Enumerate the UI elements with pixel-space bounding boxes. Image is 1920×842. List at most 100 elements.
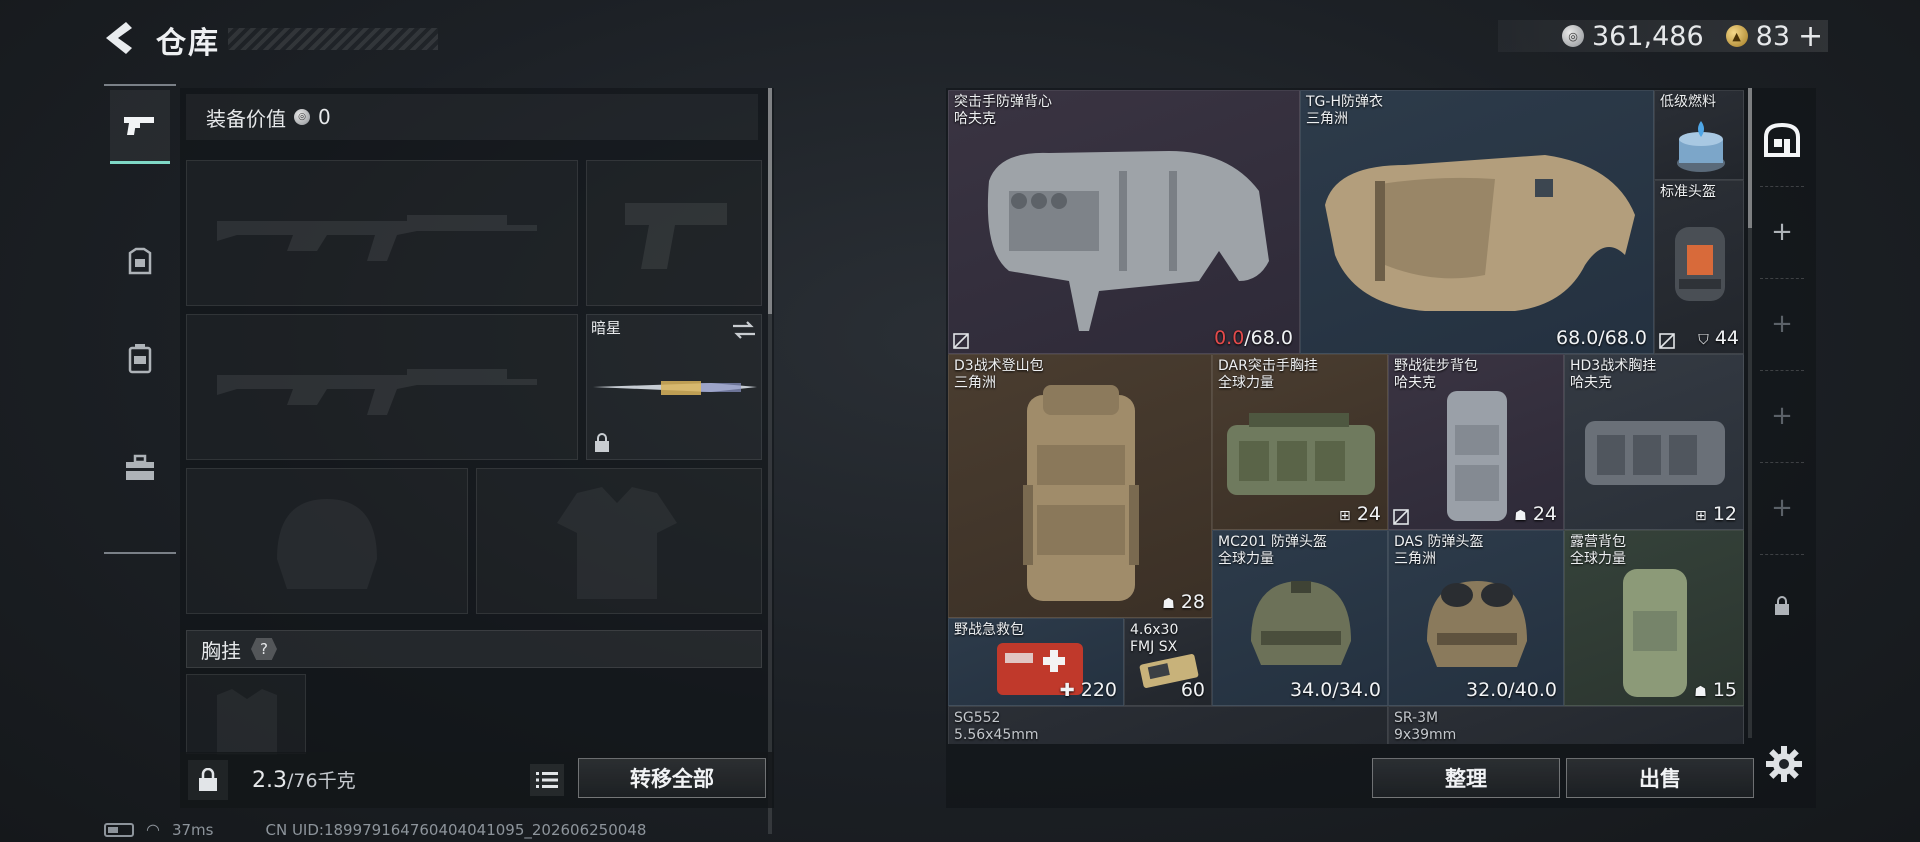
list-view-button[interactable] [530, 764, 564, 796]
armor-icon [128, 247, 152, 275]
gear-icon [1766, 746, 1802, 782]
silver-amount: 361,486 [1592, 20, 1704, 52]
sell-button[interactable]: 出售 [1566, 758, 1754, 798]
armor-class: ⛉ 44 [1698, 327, 1739, 349]
backpack-icon [1023, 385, 1139, 601]
durability: 68.0/68.0 [1555, 327, 1647, 349]
item-name: 露营背包 全球力量 [1570, 534, 1626, 567]
slots-icon: ☗ [1162, 596, 1175, 612]
durability: 34.0/34.0 [1289, 679, 1381, 701]
item-cell[interactable]: 野战急救包 ✚ 220 [948, 618, 1124, 706]
slots-icon: ☗ [1694, 684, 1707, 700]
left-footer: 2.3/76千克 转移全部 [180, 752, 774, 808]
helmet-icon [1251, 581, 1351, 665]
chest-rig-section-header: 胸挂 ? [186, 630, 762, 668]
tab-divider [104, 84, 176, 86]
tab-divider [1760, 278, 1804, 279]
secondary-weapon-slot[interactable] [186, 314, 578, 460]
add-currency-button[interactable]: + [1798, 19, 1823, 54]
add-stash-tab[interactable]: + [1752, 478, 1812, 538]
item-name: 标准头盔 [1660, 184, 1716, 200]
no-repair-icon [1393, 509, 1409, 525]
body-armor-icon [1325, 155, 1635, 311]
backpack-tab-icon [128, 344, 152, 374]
back-button[interactable] [100, 18, 140, 58]
item-name: 低级燃料 [1660, 94, 1716, 110]
helmet-icon [1427, 581, 1527, 667]
item-cell[interactable]: D3战术登山包 三角洲 ☗ 28 [948, 354, 1212, 618]
scrollbar-thumb[interactable] [768, 88, 772, 314]
add-stash-tab[interactable]: + [1752, 386, 1812, 446]
primary-weapon-slot[interactable] [186, 160, 578, 306]
item-name: 4.6x30 FMJ SX [1130, 622, 1179, 655]
item-cell[interactable]: TG-H防弹衣 三角洲 68.0/68.0 [1300, 90, 1654, 354]
item-cell[interactable]: SR-3M 9x39mm [1388, 706, 1744, 744]
add-stash-tab[interactable]: + [1752, 294, 1812, 354]
capacity: ☗ 15 [1694, 679, 1737, 701]
safe-box-button[interactable] [188, 760, 228, 800]
melee-slot[interactable]: 暗星 [586, 314, 762, 460]
item-cell[interactable]: 突击手防弹背心 哈夫克 0.0/68.0 [948, 90, 1300, 354]
transfer-all-button[interactable]: 转移全部 [578, 758, 766, 798]
title-decoration [228, 28, 438, 50]
user-uid: CN UID:18997916476040404​1095_2026062500… [265, 820, 647, 839]
shield-icon: ⛉ [1698, 332, 1709, 348]
capacity: ⊞ 24 [1339, 503, 1381, 525]
chest-rig-slot[interactable] [186, 674, 306, 755]
safe-lock-icon [199, 768, 217, 791]
battery-icon [104, 822, 134, 837]
stash-icon [1764, 122, 1800, 157]
slots-icon: ☗ [1514, 508, 1527, 524]
tab-weapons[interactable] [110, 90, 170, 164]
tab-stash-main[interactable] [1752, 110, 1812, 170]
item-name: SG552 5.56x45mm [954, 710, 1039, 743]
item-cell[interactable]: 4.6x30 FMJ SX 60 [1124, 618, 1212, 706]
item-cell[interactable]: DAS 防弹头盔 三角洲 32.0/40.0 [1388, 530, 1564, 706]
melee-name: 暗星 [591, 319, 622, 337]
tab-armor[interactable] [112, 234, 168, 290]
add-stash-tab[interactable]: + [1752, 202, 1812, 262]
helmet-silhouette-icon [277, 499, 377, 589]
item-name: SR-3M 9x39mm [1394, 710, 1457, 743]
no-repair-icon [953, 333, 969, 349]
help-icon[interactable]: ? [251, 638, 277, 660]
item-cell[interactable]: HD3战术胸挂 哈夫克 ⊞ 12 [1564, 354, 1744, 530]
loadout-panel: 装备价值 ◎ 0 暗星 胸挂 ? [180, 88, 774, 834]
equipment-value-bar: 装备价值 ◎ 0 [186, 94, 758, 140]
item-name: TG-H防弹衣 三角洲 [1306, 94, 1383, 127]
item-cell[interactable]: 标准头盔 ⛉ 44 [1654, 180, 1744, 354]
item-cell[interactable]: DAR突击手胸挂 全球力量 ⊞ 24 [1212, 354, 1388, 530]
item-cell[interactable]: 野战徒步背包 哈夫克 ☗ 24 [1388, 354, 1564, 530]
page-title: 仓库 [156, 26, 220, 61]
currency-bar: ◎ 361,486 ▲ 83 + [1498, 19, 1828, 54]
tab-divider [1760, 462, 1804, 463]
item-cell[interactable]: MC201 防弹头盔 全球力量 34.0/34.0 [1212, 530, 1388, 706]
armor-slot[interactable] [476, 468, 762, 614]
gold-amount: 83 [1755, 20, 1791, 52]
gold-coin-icon: ▲ [1725, 25, 1748, 47]
helmet-slot[interactable] [186, 468, 468, 614]
pistol-slot[interactable] [586, 160, 762, 306]
swap-icon[interactable] [731, 319, 757, 341]
backpack-icon [1447, 391, 1507, 521]
chest-rig-icon [1585, 421, 1725, 485]
sort-button[interactable]: 整理 [1372, 758, 1560, 798]
item-name: DAR突击手胸挂 全球力量 [1218, 358, 1318, 391]
silver-coin-icon: ◎ [1562, 25, 1584, 47]
tab-locked[interactable] [1752, 576, 1812, 636]
item-name: 野战急救包 [954, 622, 1024, 638]
quantity: ✚ 220 [1059, 679, 1117, 701]
settings-button[interactable] [1764, 744, 1804, 784]
item-name: MC201 防弹头盔 全球力量 [1218, 534, 1328, 567]
grid-icon: ⊞ [1695, 508, 1707, 524]
item-cell[interactable]: 低级燃料 [1654, 90, 1744, 180]
item-cell[interactable]: 露营背包 全球力量 ☗ 15 [1564, 530, 1744, 706]
tab-toolbox[interactable] [112, 440, 168, 496]
item-cell[interactable]: SG552 5.56x45mm [948, 706, 1388, 744]
item-name: 突击手防弹背心 哈夫克 [954, 94, 1052, 127]
stash-panel: 突击手防弹背心 哈夫克 0.0/68.0 TG-H防弹衣 三角洲 68.0/68… [946, 88, 1816, 808]
quantity: 60 [1180, 679, 1205, 701]
capacity: ⊞ 12 [1695, 503, 1737, 525]
tab-backpack[interactable] [112, 330, 168, 386]
durability: 0.0/68.0 [1214, 327, 1293, 349]
